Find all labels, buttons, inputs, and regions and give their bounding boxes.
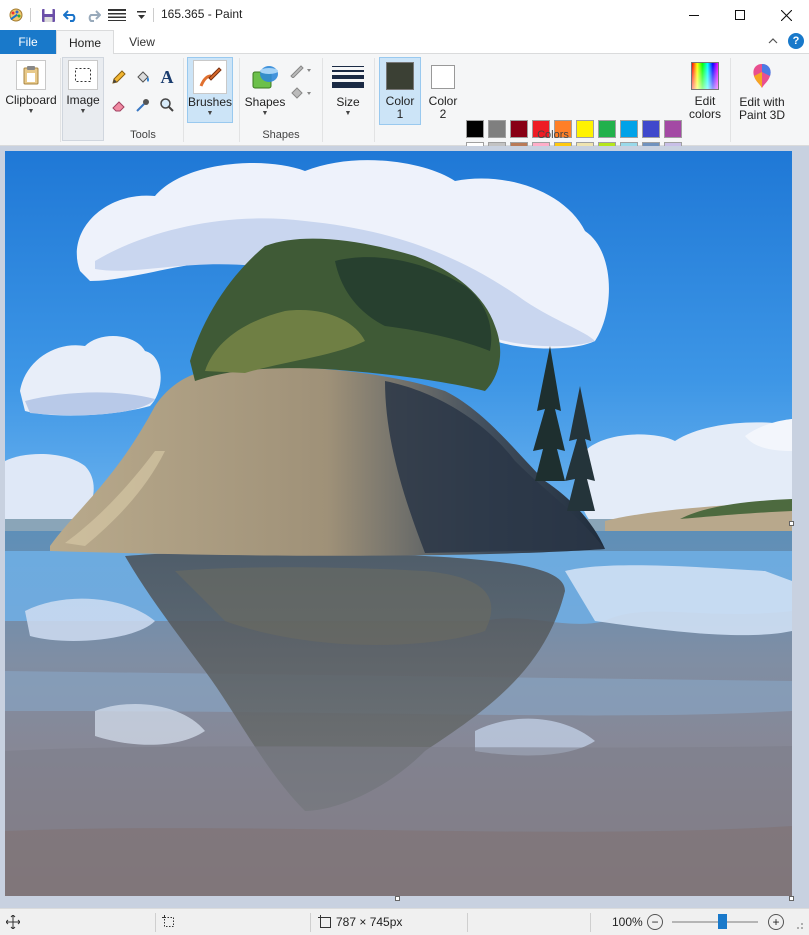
- ribbon-tab-row: File Home View ?: [0, 30, 809, 55]
- canvas-area[interactable]: [0, 146, 809, 908]
- edit-with-paint3d-button[interactable]: Edit with Paint 3D: [734, 57, 790, 125]
- color1-button[interactable]: Color 1: [379, 57, 421, 125]
- group-separator: [183, 58, 184, 142]
- color-picker-icon[interactable]: [132, 94, 154, 116]
- quick-access-separator: [29, 6, 31, 24]
- select-icon: [68, 60, 98, 90]
- edit-colors-label-2: colors: [688, 107, 721, 121]
- image-dropdown-icon: ▼: [79, 108, 87, 115]
- line-size-icon: [331, 60, 365, 94]
- shapes-dropdown-icon: ▼: [261, 110, 269, 117]
- eraser-icon[interactable]: [108, 94, 130, 116]
- tab-home[interactable]: Home: [56, 30, 114, 55]
- title-separator: [152, 6, 154, 24]
- collapse-ribbon-icon[interactable]: [766, 34, 780, 48]
- clipboard-icon: [16, 60, 46, 90]
- selection-size-icon: [162, 915, 176, 932]
- size-button[interactable]: Size ▼: [327, 57, 369, 125]
- resize-handle-bottom[interactable]: [395, 896, 400, 901]
- tab-file[interactable]: File: [0, 30, 56, 54]
- color1-number: 1: [396, 107, 404, 121]
- brushes-label: Brushes: [187, 95, 233, 109]
- color2-number: 2: [439, 107, 447, 121]
- resize-handle-corner[interactable]: [789, 896, 794, 901]
- tools-group-label: Tools: [130, 129, 156, 141]
- status-separator: [310, 913, 311, 932]
- shapes-icon: [248, 60, 282, 94]
- resize-grip-icon[interactable]: [794, 919, 804, 929]
- maximize-button[interactable]: [717, 0, 763, 30]
- shapes-label: Shapes: [244, 95, 286, 109]
- status-bar: 787 × 745px 100% − +: [0, 908, 809, 935]
- minimize-button[interactable]: [671, 0, 717, 30]
- save-icon[interactable]: [39, 6, 57, 24]
- palette-swatch[interactable]: [664, 120, 682, 138]
- brush-icon: [193, 60, 227, 94]
- magnifier-icon[interactable]: [156, 94, 178, 116]
- image-label: Image: [66, 93, 100, 107]
- ribbon-display-icon[interactable]: [106, 6, 128, 24]
- group-separator: [60, 58, 61, 142]
- zoom-percent: 100%: [612, 915, 643, 929]
- image-button[interactable]: Image ▼: [62, 57, 104, 141]
- brushes-dropdown-icon: ▼: [206, 110, 214, 117]
- clipboard-dropdown-icon: ▼: [27, 108, 35, 115]
- color2-button[interactable]: Color 2: [423, 57, 463, 125]
- size-label: Size: [336, 95, 360, 109]
- edit-colors-label: Edit: [694, 94, 716, 108]
- color1-swatch: [386, 62, 414, 90]
- brushes-button[interactable]: Brushes ▼: [187, 57, 233, 123]
- group-separator: [374, 58, 375, 142]
- window-title: 165.365 - Paint: [161, 7, 243, 21]
- canvas-size-icon: [318, 915, 332, 932]
- canvas-size-text: 787 × 745px: [336, 915, 403, 929]
- ribbon: Clipboard ▼ Image ▼ A Tools Brushes ▼ Sh…: [0, 54, 809, 182]
- fill-icon[interactable]: [288, 82, 314, 104]
- cursor-position-icon: [5, 914, 21, 932]
- color2-label: Color: [428, 94, 458, 108]
- color2-swatch: [431, 65, 455, 89]
- clipboard-label: Clipboard: [5, 93, 57, 107]
- group-separator: [322, 58, 323, 142]
- edit-colors-button[interactable]: Edit colors: [684, 57, 726, 125]
- resize-handle-right[interactable]: [789, 521, 794, 526]
- status-separator: [590, 913, 591, 932]
- group-separator: [239, 58, 240, 142]
- text-icon[interactable]: A: [156, 66, 178, 88]
- shapes-group-label: Shapes: [262, 129, 300, 141]
- paint3d-icon: [747, 61, 777, 91]
- paint-app-icon[interactable]: [6, 6, 26, 24]
- status-separator: [155, 913, 156, 932]
- edit-with-label: Edit with: [739, 95, 785, 109]
- zoom-slider-thumb[interactable]: [717, 914, 727, 929]
- clipboard-button[interactable]: Clipboard ▼: [4, 57, 58, 141]
- shapes-button[interactable]: Shapes ▼: [243, 57, 287, 125]
- undo-icon[interactable]: [62, 6, 80, 24]
- paint3d-label: Paint 3D: [738, 108, 786, 122]
- fill-bucket-icon[interactable]: [132, 66, 154, 88]
- zoom-out-button[interactable]: −: [647, 914, 663, 930]
- customize-quick-access-icon[interactable]: [135, 6, 147, 24]
- help-icon[interactable]: ?: [788, 33, 804, 49]
- drawing-canvas[interactable]: [5, 151, 792, 896]
- close-button[interactable]: [763, 0, 809, 30]
- group-separator: [730, 58, 731, 142]
- zoom-in-button[interactable]: +: [768, 914, 784, 930]
- spectrum-icon: [691, 62, 719, 90]
- tab-view[interactable]: View: [114, 30, 170, 54]
- zoom-slider[interactable]: [672, 914, 758, 929]
- palette-swatch[interactable]: [642, 120, 660, 138]
- color1-label: Color: [385, 94, 415, 108]
- pencil-icon[interactable]: [108, 66, 130, 88]
- outline-icon[interactable]: [288, 60, 314, 82]
- size-dropdown-icon: ▼: [344, 110, 352, 117]
- painting-image: [5, 151, 792, 896]
- colors-group-label: Colors: [537, 129, 569, 141]
- redo-icon[interactable]: [84, 6, 102, 24]
- title-bar: 165.365 - Paint: [0, 0, 809, 30]
- status-separator: [467, 913, 468, 932]
